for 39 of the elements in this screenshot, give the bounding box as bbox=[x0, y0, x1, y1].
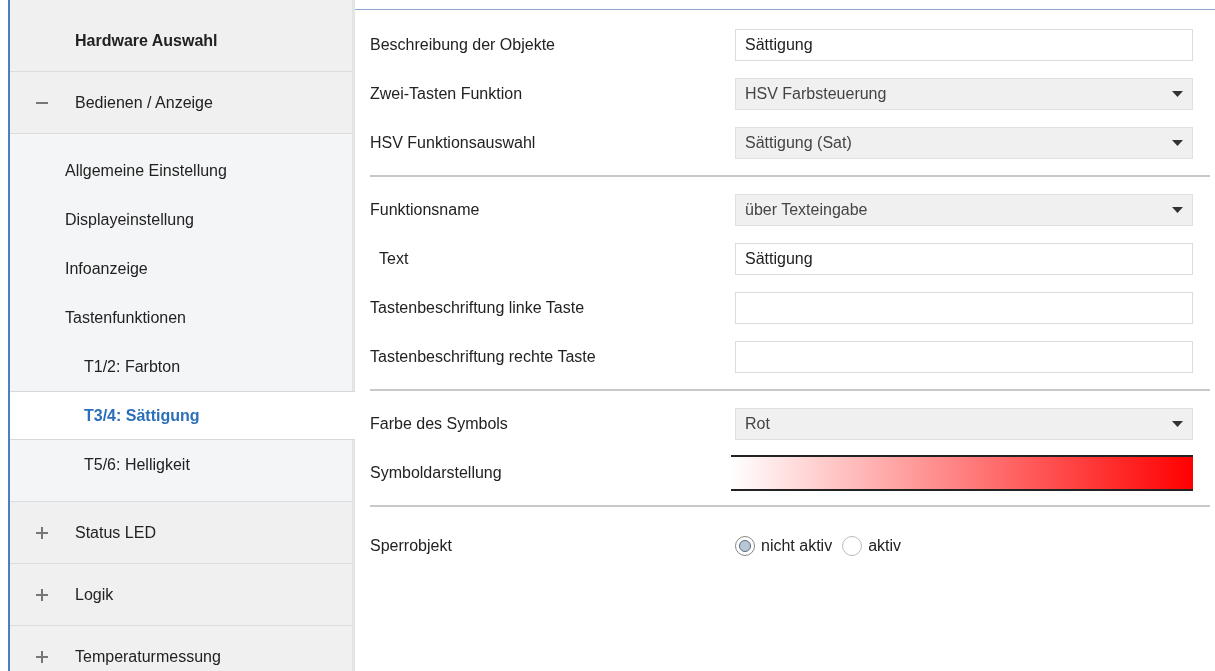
sidebar-item[interactable]: Infoanzeige bbox=[10, 244, 352, 293]
dropdown[interactable]: Sättigung (Sat) bbox=[735, 126, 1193, 159]
dropdown[interactable]: über Texteingabe bbox=[735, 193, 1193, 226]
dropdown-caret-icon bbox=[1172, 90, 1183, 97]
dropdown-caret-icon bbox=[1172, 139, 1183, 146]
dropdown[interactable]: Rot bbox=[735, 407, 1193, 440]
text-field[interactable]: Sättigung bbox=[735, 28, 1193, 61]
sidebar-item[interactable]: Displayeinstellung bbox=[10, 195, 352, 244]
field-label: Beschreibung der Objekte bbox=[369, 34, 556, 55]
dropdown[interactable]: HSV Farbsteuerung bbox=[735, 77, 1193, 110]
text-field[interactable]: Sättigung bbox=[735, 242, 1193, 275]
field-label: Sperrobjekt bbox=[369, 536, 453, 556]
field-label: Zwei-Tasten Funktion bbox=[369, 83, 524, 104]
text-field[interactable] bbox=[735, 291, 1193, 324]
sidebar-heading[interactable]: Hardware Auswahl bbox=[75, 28, 218, 53]
field-label: Text bbox=[378, 248, 410, 269]
field-label: Funktionsname bbox=[369, 199, 481, 220]
expand-icon[interactable] bbox=[36, 526, 48, 539]
radio-option[interactable]: nicht aktiv bbox=[735, 534, 833, 558]
sidebar-group[interactable]: Status LED bbox=[75, 520, 156, 545]
expand-icon[interactable] bbox=[36, 650, 48, 663]
sidebar-group[interactable]: Logik bbox=[75, 582, 114, 607]
field-label: Farbe des Symbols bbox=[369, 413, 509, 434]
sidebar-item[interactable]: T5/6: Helligkeit bbox=[10, 440, 352, 489]
dropdown-caret-icon bbox=[1172, 206, 1183, 213]
sidebar-item[interactable]: T1/2: Farbton bbox=[10, 342, 352, 391]
text-field[interactable] bbox=[735, 340, 1193, 373]
sidebar-item[interactable]: Allgemeine Einstellung bbox=[10, 146, 352, 195]
field-label: Tastenbeschriftung linke Taste bbox=[369, 297, 586, 318]
sidebar-item[interactable]: T3/4: Sättigung bbox=[10, 391, 355, 440]
field-label: HSV Funktionsauswahl bbox=[369, 132, 537, 153]
radio-option[interactable]: aktiv bbox=[842, 534, 902, 558]
sidebar-item[interactable]: Tastenfunktionen bbox=[10, 293, 352, 342]
field-label: Symboldarstellung bbox=[369, 462, 503, 483]
dropdown-caret-icon bbox=[1172, 420, 1183, 427]
expand-icon[interactable] bbox=[36, 588, 48, 601]
field-label: Tastenbeschriftung rechte Taste bbox=[369, 346, 597, 367]
sidebar-group[interactable]: Bedienen / Anzeige bbox=[75, 90, 213, 115]
sidebar-group[interactable]: Temperaturmessung bbox=[75, 644, 221, 669]
